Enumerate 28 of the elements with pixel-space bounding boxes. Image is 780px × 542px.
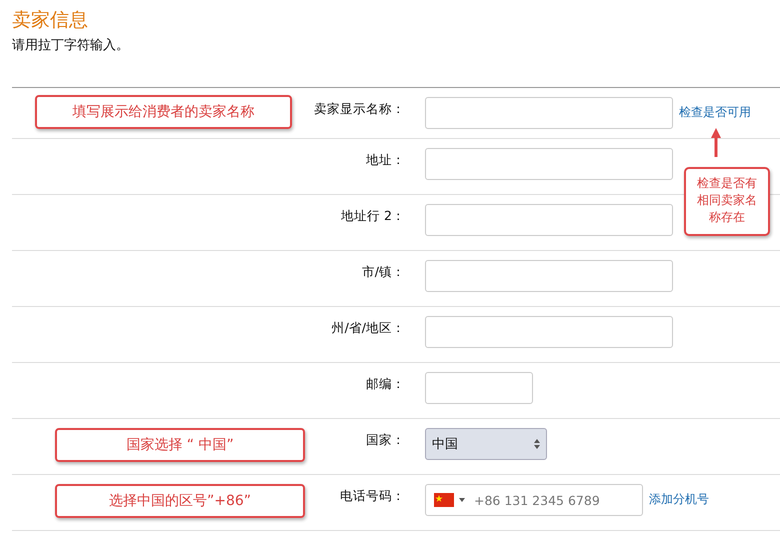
instruction-text: 请用拉丁字符输入。 bbox=[12, 37, 129, 55]
field-label: 地址： bbox=[365, 151, 405, 169]
arrow bbox=[711, 128, 721, 158]
annotation-box: 选择中国的区号”+86” bbox=[55, 484, 305, 518]
annotation-box: 填写展示给消费者的卖家名称 bbox=[35, 95, 292, 129]
field-label: 地址行 2： bbox=[340, 207, 405, 225]
annotation-box: 检查是否有相同卖家名称存在 bbox=[684, 167, 770, 236]
field-label: 电话号码： bbox=[339, 487, 405, 505]
field-label: 州/省/地区： bbox=[330, 319, 405, 337]
field-label: 邮编： bbox=[365, 375, 405, 393]
text-field[interactable] bbox=[425, 204, 673, 236]
section-title: 卖家信息 bbox=[12, 8, 88, 32]
text-field[interactable] bbox=[425, 97, 673, 129]
text-field[interactable] bbox=[425, 372, 533, 404]
link[interactable]: 添加分机号 bbox=[649, 484, 709, 508]
text-field[interactable] bbox=[425, 148, 673, 180]
text-field[interactable] bbox=[425, 260, 673, 292]
phone-field[interactable]: +86 131 2345 6789 bbox=[425, 484, 643, 516]
field-label: 国家： bbox=[365, 431, 405, 449]
field-label: 卖家显示名称： bbox=[313, 100, 405, 118]
annotation-box: 国家选择 “ 中国” bbox=[55, 428, 305, 462]
country-select[interactable]: 中国 bbox=[425, 428, 547, 460]
caret-icon[interactable] bbox=[459, 498, 465, 502]
sort-arrows-icon bbox=[534, 439, 540, 449]
field-label: 市/镇： bbox=[360, 263, 405, 281]
link[interactable]: 检查是否可用 bbox=[679, 97, 751, 121]
text-field[interactable] bbox=[425, 316, 673, 348]
flag-icon[interactable] bbox=[434, 493, 454, 507]
